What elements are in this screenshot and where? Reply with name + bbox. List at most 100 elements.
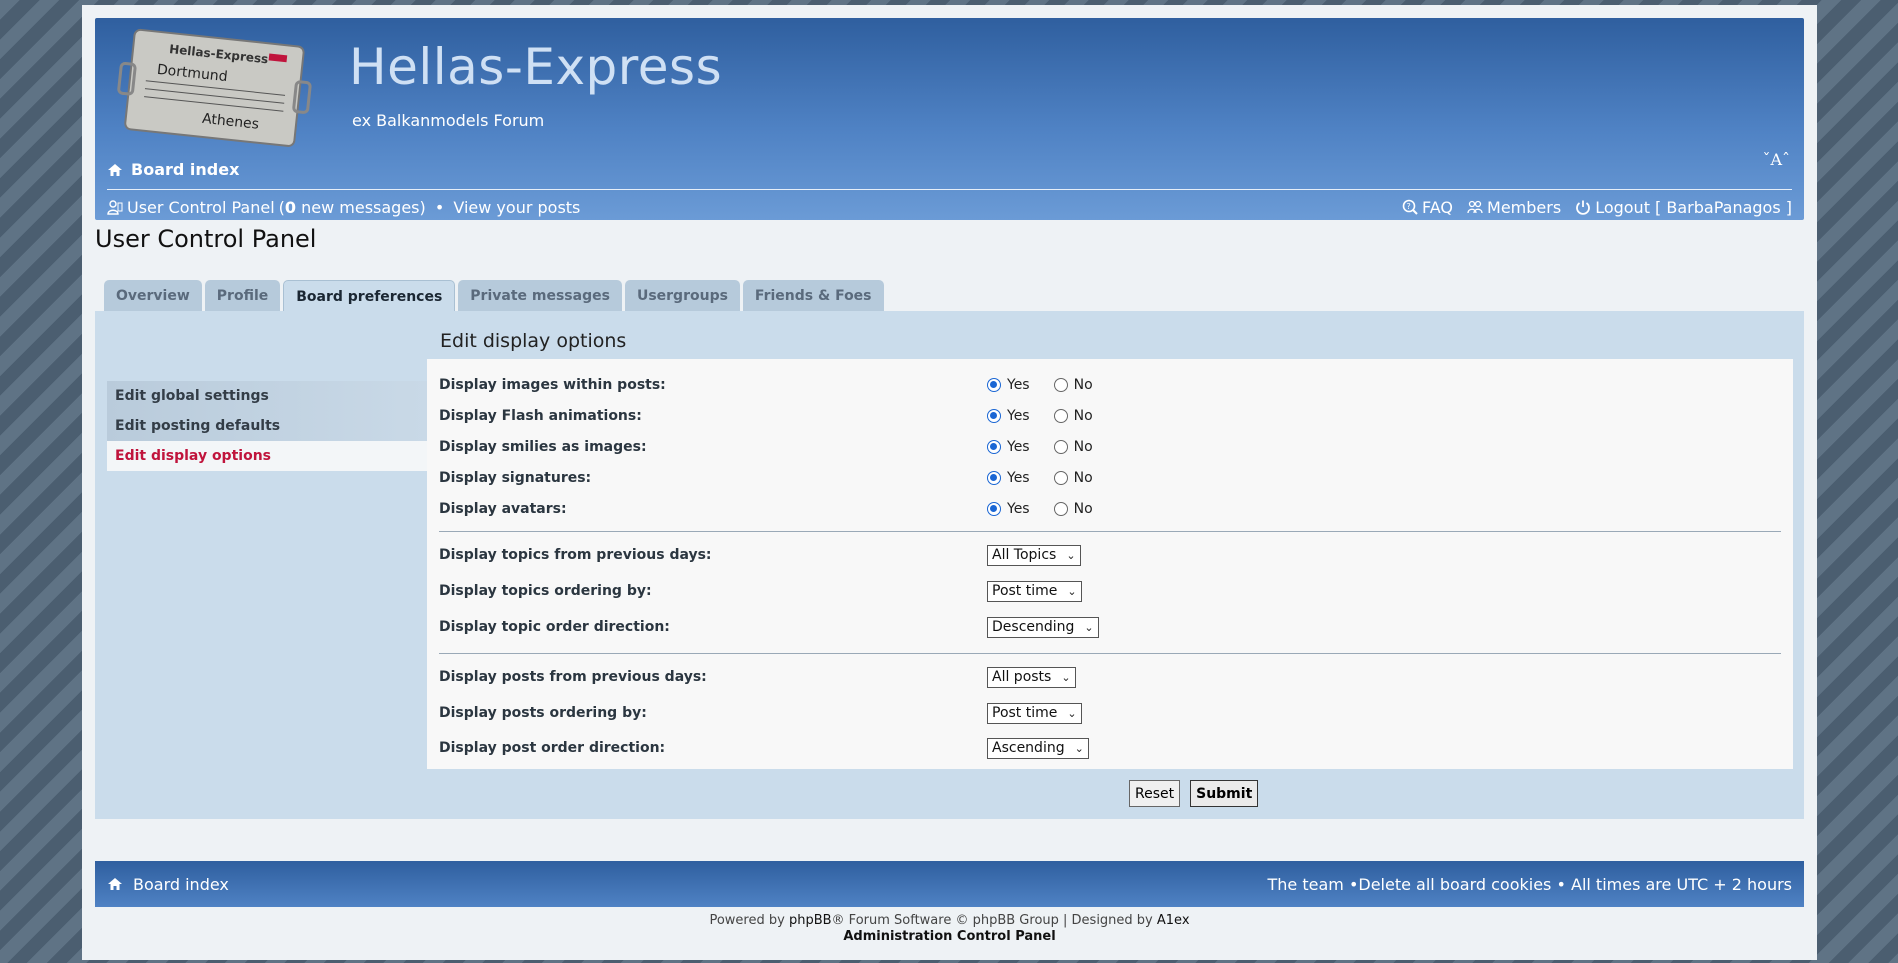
radio-yes-label: Yes (1007, 501, 1030, 517)
select-value: All Topics (992, 547, 1057, 563)
option-label: Display topic order direction: (439, 619, 670, 635)
radio-no-label: No (1073, 408, 1093, 424)
board-index-link[interactable]: Board index (131, 160, 239, 179)
topic-days-select[interactable]: All Topics ⌄ (987, 544, 1081, 566)
site-logo[interactable]: Hellas-Express Dortmund Athenes (115, 28, 315, 156)
reset-button[interactable]: Reset (1129, 780, 1181, 807)
radio-yes[interactable] (987, 378, 1001, 392)
option-row: Display images within posts: Yes No (439, 371, 1781, 399)
tab-private-messages[interactable]: Private messages (458, 280, 622, 312)
user-nav-left: User Control Panel (0 new messages) • Vi… (107, 198, 580, 217)
side-item-posting-defaults[interactable]: Edit posting defaults (107, 411, 427, 441)
chevron-down-icon: ⌄ (1061, 670, 1071, 684)
option-label: Display posts from previous days: (439, 669, 707, 685)
radio-group: Yes No (987, 470, 1093, 486)
option-row: Display smilies as images: Yes No (439, 433, 1781, 461)
select-value: All posts (992, 669, 1052, 685)
option-label: Display Flash animations: (439, 408, 642, 424)
radio-no[interactable] (1053, 409, 1068, 423)
radio-no[interactable] (1053, 471, 1068, 485)
option-row: Display Flash animations: Yes No (439, 402, 1781, 430)
powered-prefix: Powered by (709, 913, 789, 928)
option-label: Display smilies as images: (439, 439, 647, 455)
option-label: Display posts ordering by: (439, 705, 647, 721)
header-divider (107, 189, 1792, 190)
tab-overview[interactable]: Overview (104, 280, 202, 312)
footer-board-index-link[interactable]: Board index (133, 875, 229, 894)
post-days-select[interactable]: All posts ⌄ (987, 666, 1076, 688)
option-label: Display topics ordering by: (439, 583, 652, 599)
select-value: Ascending (992, 740, 1065, 756)
user-nav-bar: User Control Panel (0 new messages) • Vi… (107, 195, 1792, 219)
chevron-down-icon: ⌄ (1074, 741, 1084, 755)
topic-direction-select[interactable]: Descending ⌄ (987, 616, 1099, 638)
option-label: Display topics from previous days: (439, 547, 712, 563)
radio-yes[interactable] (987, 471, 1001, 485)
radio-yes-label: Yes (1007, 470, 1030, 486)
radio-yes[interactable] (987, 409, 1001, 423)
radio-yes[interactable] (987, 440, 1001, 454)
radio-yes-label: Yes (1007, 377, 1030, 393)
user-control-panel-link[interactable]: User Control Panel (127, 198, 275, 217)
topic-sort-select[interactable]: Post time ⌄ (987, 580, 1082, 602)
new-messages-count: 0 (284, 197, 297, 217)
option-label: Display avatars: (439, 501, 567, 517)
new-messages[interactable]: (0 new messages) (279, 198, 426, 217)
site-title[interactable]: Hellas-Express (349, 38, 722, 96)
select-value: Descending (992, 619, 1075, 635)
footer-breadcrumb[interactable]: Board index (107, 875, 229, 894)
members-icon (1467, 200, 1483, 214)
tab-friends-foes[interactable]: Friends & Foes (742, 280, 884, 312)
user-icon (107, 200, 123, 215)
chevron-down-icon: ⌄ (1066, 548, 1076, 562)
footer-nav: Board index The team •Delete all board c… (95, 861, 1804, 907)
side-item-display-options[interactable]: Edit display options (107, 441, 427, 471)
site-header: Hellas-Express Dortmund Athenes Hellas-E… (95, 18, 1804, 220)
phpbb-link[interactable]: phpBB (789, 913, 832, 928)
logout-link[interactable]: Logout [ BarbaPanagos ] (1595, 198, 1792, 217)
font-size-toggle[interactable]: ˇAˆ (1762, 150, 1790, 169)
chevron-down-icon: ⌄ (1084, 620, 1094, 634)
post-sort-select[interactable]: Post time ⌄ (987, 702, 1082, 724)
powered-by: Powered by phpBB® Forum Software © phpBB… (82, 913, 1817, 928)
option-row: Display avatars: Yes No (439, 495, 1781, 523)
radio-group: Yes No (987, 501, 1093, 517)
display-options-form: Display images within posts: Yes No Disp… (427, 359, 1793, 769)
tab-board-preferences[interactable]: Board preferences (283, 280, 456, 314)
option-row: Display topic order direction: Descendin… (439, 613, 1781, 641)
chevron-down-icon: ⌄ (1067, 584, 1077, 598)
tab-usergroups[interactable]: Usergroups (624, 280, 740, 312)
side-item-global-settings[interactable]: Edit global settings (107, 381, 427, 411)
option-row: Display posts ordering by: Post time ⌄ (439, 699, 1781, 727)
chevron-down-icon: ⌄ (1067, 706, 1077, 720)
page-title: User Control Panel (95, 225, 317, 253)
tab-profile[interactable]: Profile (204, 280, 281, 312)
radio-no[interactable] (1053, 502, 1068, 516)
radio-no-label: No (1073, 377, 1093, 393)
admin-control-panel-link[interactable]: Administration Control Panel (82, 929, 1817, 944)
tab-bar: Overview Profile Board preferences Priva… (104, 280, 884, 314)
members-link[interactable]: Members (1487, 198, 1561, 217)
radio-yes[interactable] (987, 502, 1001, 516)
footer-links[interactable]: The team •Delete all board cookies • All… (1268, 875, 1792, 894)
radio-no[interactable] (1053, 378, 1068, 392)
powered-mid: ® Forum Software © phpBB Group | Designe… (831, 913, 1157, 928)
select-value: Post time (992, 583, 1058, 599)
option-row: Display posts from previous days: All po… (439, 663, 1781, 691)
designer-link[interactable]: A1ex (1157, 913, 1190, 928)
submit-button[interactable]: Submit (1190, 780, 1259, 807)
view-your-posts-link[interactable]: View your posts (453, 198, 580, 217)
faq-link[interactable]: FAQ (1422, 198, 1453, 217)
option-label: Display post order direction: (439, 740, 666, 756)
radio-no[interactable] (1053, 440, 1068, 454)
radio-group: Yes No (987, 408, 1093, 424)
site-description: ex Balkanmodels Forum (352, 111, 545, 130)
breadcrumb[interactable]: Board index (107, 160, 239, 179)
option-row: Display topics ordering by: Post time ⌄ (439, 577, 1781, 605)
post-direction-select[interactable]: Ascending ⌄ (987, 737, 1089, 759)
option-row: Display signatures: Yes No (439, 464, 1781, 492)
new-messages-label: new messages (296, 197, 420, 217)
home-icon (108, 878, 122, 890)
side-menu: Edit global settings Edit posting defaul… (107, 381, 427, 471)
radio-no-label: No (1073, 439, 1093, 455)
